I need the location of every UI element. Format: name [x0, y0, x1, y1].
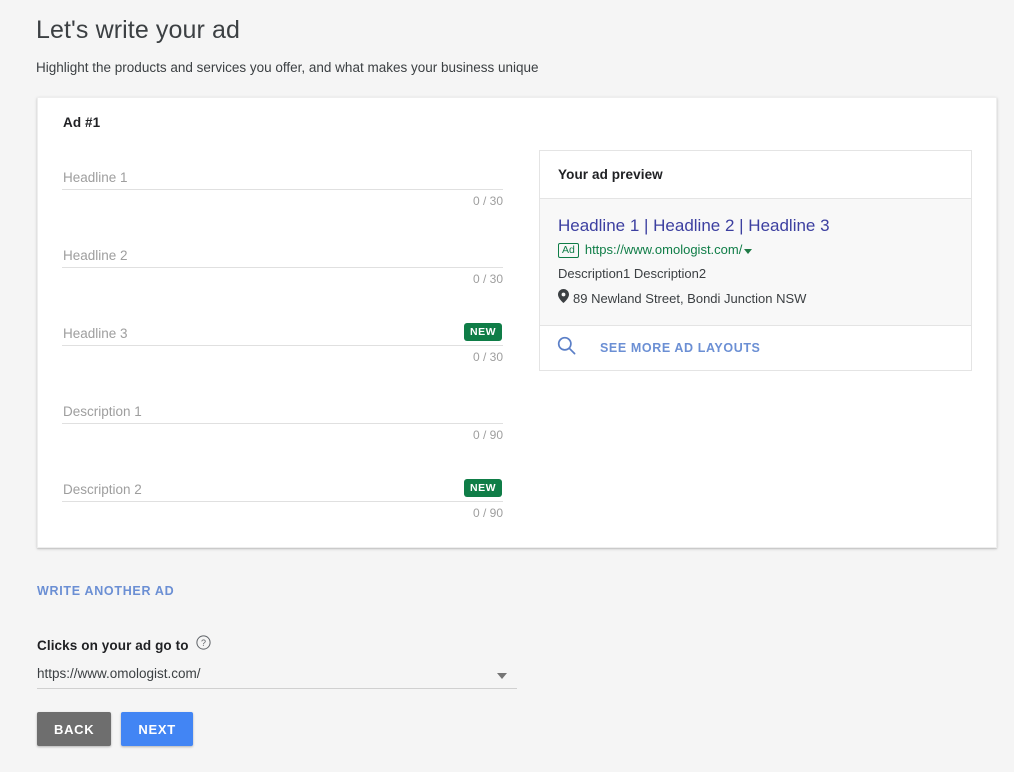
- page-subtitle: Highlight the products and services you …: [36, 60, 539, 75]
- final-url-select[interactable]: https://www.omologist.com/: [37, 662, 517, 689]
- ad-preview-description: Description1 Description2: [558, 266, 707, 281]
- ad-preview-panel: Your ad preview Headline 1 | Headline 2 …: [539, 150, 972, 371]
- headline-3-new-badge: NEW: [464, 323, 502, 341]
- chevron-down-icon[interactable]: [744, 249, 753, 254]
- clicks-on-your-ad-go-to-label: Clicks on your ad go to: [37, 637, 189, 653]
- field-description-1: Description 1 0 / 90: [62, 389, 540, 467]
- description-2-label: Description 2: [63, 482, 142, 497]
- ad-label-chip: Ad: [558, 242, 579, 258]
- headline-2-counter: 0 / 30: [472, 272, 503, 286]
- back-button[interactable]: BACK: [37, 712, 112, 746]
- search-icon: [557, 336, 576, 360]
- description-1-counter: 0 / 90: [472, 428, 503, 442]
- headline-3-counter: 0 / 30: [472, 350, 503, 364]
- see-more-ad-layouts-button[interactable]: SEE MORE AD LAYOUTS: [540, 326, 971, 370]
- ad-preview-header: Your ad preview: [540, 151, 971, 199]
- next-button[interactable]: NEXT: [121, 712, 193, 746]
- description-1-input[interactable]: Description 1: [62, 389, 503, 424]
- ad-preview-location: 89 Newland Street, Bondi Junction NSW: [558, 289, 953, 308]
- ad-preview-location-text: 89 Newland Street, Bondi Junction NSW: [573, 290, 807, 306]
- location-pin-icon: [558, 289, 569, 308]
- headline-1-input[interactable]: Headline 1: [62, 155, 503, 190]
- final-url-value: https://www.omologist.com/: [37, 666, 201, 681]
- ad-preview-url-line: Ad https://www.omologist.com/: [558, 242, 953, 258]
- description-2-new-badge: NEW: [464, 479, 502, 497]
- description-2-counter: 0 / 90: [472, 506, 503, 520]
- wizard-button-row: BACK NEXT: [37, 712, 193, 746]
- headline-3-label: Headline 3: [63, 326, 128, 341]
- headline-1-counter: 0 / 30: [472, 194, 503, 208]
- headline-2-label: Headline 2: [63, 248, 128, 263]
- chevron-down-icon: [497, 673, 507, 679]
- headline-1-label: Headline 1: [63, 170, 128, 185]
- field-headline-3: Headline 3 NEW 0 / 30: [62, 311, 540, 389]
- ad-preview-body: Headline 1 | Headline 2 | Headline 3 Ad …: [540, 199, 971, 326]
- headline-2-input[interactable]: Headline 2: [62, 233, 503, 268]
- write-another-ad-button[interactable]: WRITE ANOTHER AD: [37, 584, 174, 598]
- help-icon[interactable]: ?: [195, 635, 211, 655]
- field-headline-2: Headline 2 0 / 30: [62, 233, 540, 311]
- svg-text:?: ?: [201, 638, 206, 648]
- see-more-ad-layouts-label: SEE MORE AD LAYOUTS: [600, 341, 761, 355]
- ad-preview-title: Your ad preview: [558, 167, 663, 182]
- description-2-input[interactable]: Description 2 NEW: [62, 467, 503, 502]
- field-description-2: Description 2 NEW 0 / 90: [62, 467, 540, 545]
- ad-preview-headline[interactable]: Headline 1 | Headline 2 | Headline 3: [558, 215, 953, 237]
- final-url-label-row: Clicks on your ad go to ?: [37, 635, 211, 655]
- ad-card-title: Ad #1: [63, 115, 101, 130]
- ad-card: Ad #1 Headline 1 0 / 30 Headline 2 0 / 3…: [37, 97, 997, 548]
- description-1-label: Description 1: [63, 404, 142, 419]
- page-title: Let's write your ad: [36, 16, 240, 44]
- page-header: Let's write your ad Highlight the produc…: [36, 14, 936, 78]
- headline-3-input[interactable]: Headline 3 NEW: [62, 311, 503, 346]
- field-headline-1: Headline 1 0 / 30: [62, 155, 540, 233]
- ad-preview-url: https://www.omologist.com/: [584, 242, 743, 257]
- ad-fields-column: Headline 1 0 / 30 Headline 2 0 / 30 Head…: [62, 155, 540, 545]
